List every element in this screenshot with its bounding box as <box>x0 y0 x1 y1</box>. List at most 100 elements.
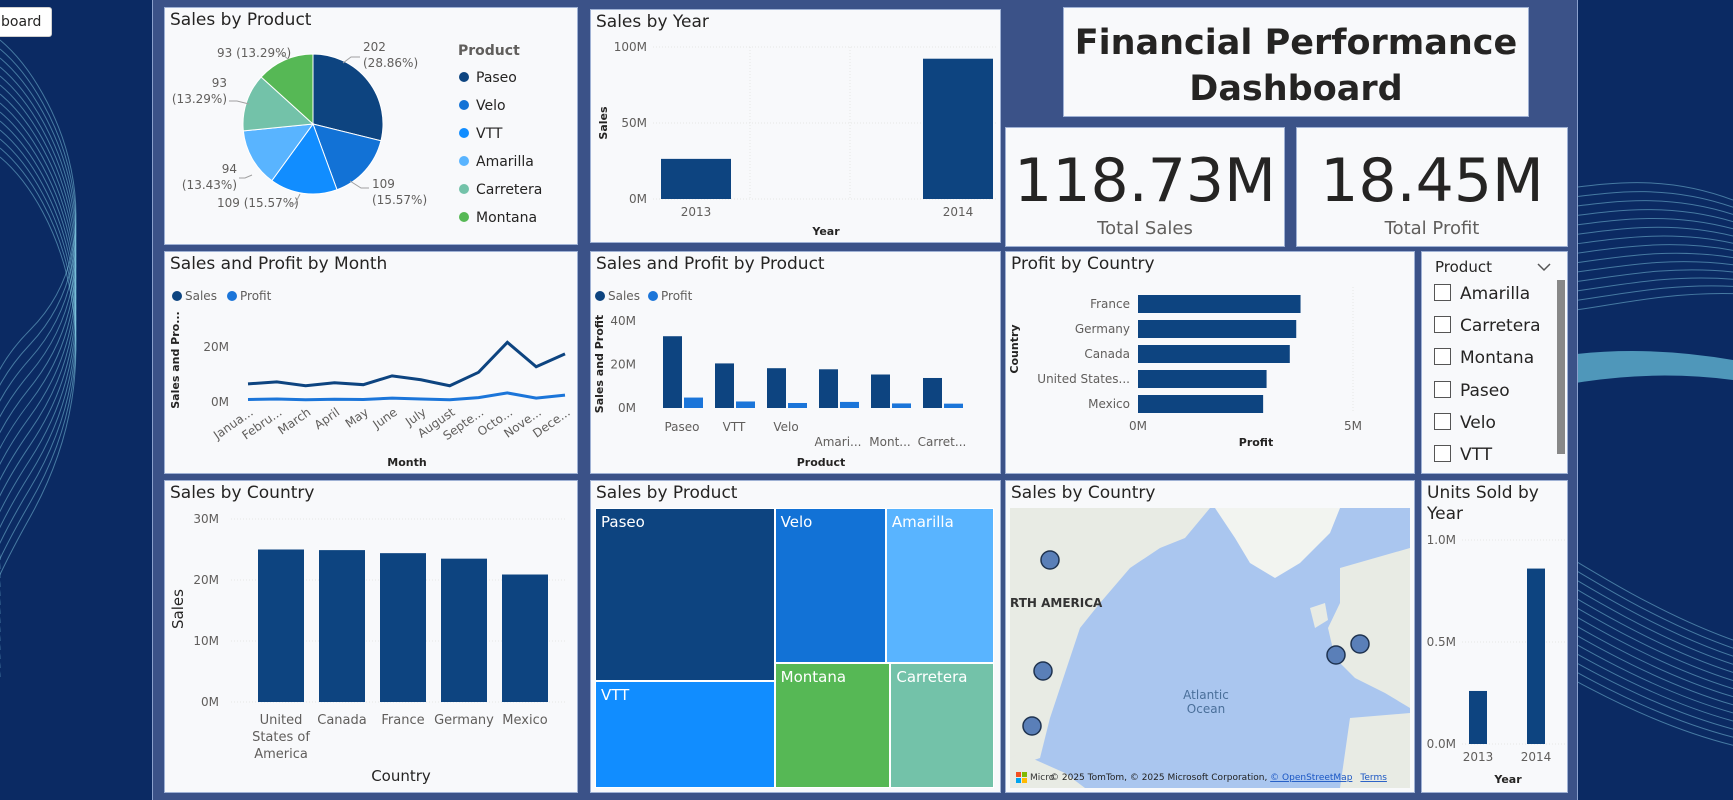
y-tick-label: 20M <box>203 340 229 354</box>
checkbox[interactable] <box>1434 413 1451 430</box>
checkbox[interactable] <box>1434 348 1451 365</box>
units-sold-by-year-tile: Units Sold by Year 0.0M 0.5M 1.0M 2013 2014 Y… <box>1421 480 1568 793</box>
treemap-cell-montana[interactable]: Montana <box>774 662 891 788</box>
bar <box>319 550 365 702</box>
y-tick-label: 20M <box>610 358 636 372</box>
total-sales-label: Total Sales <box>1097 218 1193 239</box>
y-tick-label: 0.5M <box>1427 635 1456 649</box>
legend-marker <box>648 291 658 301</box>
x-tick-label: States of <box>252 730 310 745</box>
map-attribution: © 2025 TomTom, © 2025 Microsoft Corporat… <box>1050 773 1387 783</box>
pie-data-label: 109 (15.57%) <box>217 196 299 210</box>
osm-link[interactable]: © OpenStreetMap <box>1270 773 1353 783</box>
sales-profit-by-month-tile: Sales and Profit by Month 0M 20M Sales Prof… <box>164 251 578 474</box>
slicer-item-label: Paseo <box>1460 381 1510 401</box>
slicer-item-label: VTT <box>1460 445 1493 465</box>
sales-by-year-tile: Sales by Year 0M 50M 100M 2013 2014 Year Sales <box>590 9 1001 243</box>
treemap-cell-carretera[interactable]: Carretera <box>890 662 994 788</box>
total-profit-label: Total Profit <box>1384 218 1480 239</box>
checkbox[interactable] <box>1434 316 1451 333</box>
map-canvas[interactable]: RTH AMERICA Atlantic Ocean Micro © 2025 … <box>1010 508 1410 788</box>
slicer-item-amarilla[interactable]: Amarilla <box>1434 284 1530 312</box>
total-sales-card: 118.73M Total Sales <box>1005 127 1285 247</box>
bar <box>923 58 993 200</box>
y-tick-label: Mexico <box>1088 397 1130 411</box>
y-axis-label: Country <box>1008 324 1021 373</box>
legend-label: Velo <box>476 98 506 114</box>
pie-data-label: 93 <box>212 76 227 90</box>
y-tick-label: 0M <box>618 401 636 415</box>
back-to-dashboard-button[interactable]: board <box>0 7 52 37</box>
slicer-item-velo[interactable]: Velo <box>1434 413 1496 441</box>
treemap-cell-paseo[interactable]: Paseo <box>595 508 775 681</box>
sales-by-product-treemap-tile: Sales by Product Paseo VTT Velo Amarilla Mon… <box>590 480 1001 793</box>
legend-label: Sales <box>608 289 640 303</box>
x-tick-label: United <box>260 713 303 728</box>
x-tick-label: Germany <box>434 713 494 728</box>
chart-title: Sales by Country <box>1011 483 1156 503</box>
bar <box>1138 345 1290 363</box>
legend-marker <box>459 156 469 166</box>
terms-link[interactable]: Terms <box>1359 773 1387 783</box>
map-bubble-mexico[interactable] <box>1022 716 1042 736</box>
x-tick-label: 0M <box>1129 419 1147 433</box>
slicer-scrollbar[interactable] <box>1557 280 1565 454</box>
leader-line <box>239 174 253 179</box>
pie-data-label: (13.29%) <box>172 92 227 106</box>
bar-profit <box>840 401 859 408</box>
map-bubble-canada[interactable] <box>1040 550 1060 570</box>
legend-marker <box>595 291 605 301</box>
treemap-cell-vtt[interactable]: VTT <box>595 680 775 788</box>
y-tick-label: 0.0M <box>1427 737 1456 751</box>
slicer-item-label: Montana <box>1460 348 1535 368</box>
report-canvas: Sales by Product 202 (28.86%) 109 (15.57%) 1… <box>152 0 1578 800</box>
legend-label: VTT <box>476 126 503 142</box>
checkbox[interactable] <box>1434 445 1451 462</box>
y-tick-label: 100M <box>614 40 647 54</box>
slicer-dropdown-icon[interactable] <box>1536 262 1552 272</box>
y-tick-label: 0M <box>211 395 229 409</box>
map-ocean-label: Ocean <box>1187 702 1225 716</box>
product-slicer[interactable]: Product Amarilla Carretera Montana Paseo… <box>1421 251 1568 474</box>
x-tick-label: April <box>312 405 343 432</box>
x-axis-label: Year <box>811 225 840 238</box>
sales-by-country-tile: Sales by Country 0M 10M 20M 30M United States… <box>164 480 578 793</box>
x-tick-label: Velo <box>773 420 798 434</box>
legend-label: Profit <box>661 289 693 303</box>
checkbox[interactable] <box>1434 284 1451 301</box>
slicer-item-carretera[interactable]: Carretera <box>1434 316 1541 344</box>
total-profit-card: 18.45M Total Profit <box>1296 127 1568 247</box>
bar-profit <box>788 402 807 408</box>
bar-profit <box>892 403 911 408</box>
map-land: RTH AMERICA Atlantic Ocean Micro © 2025 … <box>1010 508 1410 788</box>
legend-marker <box>459 184 469 194</box>
checkbox[interactable] <box>1434 381 1451 398</box>
bar <box>661 158 731 199</box>
total-sales-value: 118.73M <box>1014 146 1276 216</box>
map-bubble-usa[interactable] <box>1033 661 1053 681</box>
map-bubble-germany[interactable] <box>1350 634 1370 654</box>
bar-sales <box>871 374 890 408</box>
bar <box>441 558 487 702</box>
slicer-item-montana[interactable]: Montana <box>1434 348 1534 376</box>
pie-chart: 202 (28.86%) 109 (15.57%) 109 (15.57%) 94 (13.… <box>172 40 543 226</box>
y-axis-label: Sales <box>597 106 610 140</box>
map-ocean-label: Atlantic <box>1183 688 1229 702</box>
x-tick-label: VTT <box>723 420 746 434</box>
sales-profit-by-month-chart: 0M20MSales ProfitJanua...Febru...MarchApr… <box>169 289 573 469</box>
x-tick-label: 2013 <box>1463 750 1494 764</box>
microsoft-logo <box>1022 778 1027 783</box>
microsoft-logo <box>1016 778 1021 783</box>
bar <box>1138 320 1297 338</box>
map-region-label: RTH AMERICA <box>1010 596 1103 610</box>
treemap-cell-amarilla[interactable]: Amarilla <box>885 508 994 663</box>
slicer-item-paseo[interactable]: Paseo <box>1434 381 1510 409</box>
x-axis-label: Year <box>1493 773 1522 786</box>
x-axis-label: Product <box>797 456 846 469</box>
slicer-item-vtt[interactable]: VTT <box>1434 445 1492 473</box>
y-axis-label: Sales and Profit <box>593 315 606 413</box>
legend-label: Montana <box>476 210 537 226</box>
treemap-cell-velo[interactable]: Velo <box>774 508 886 663</box>
x-tick-label: 2014 <box>1521 750 1552 764</box>
map-bubble-france[interactable] <box>1326 645 1346 665</box>
